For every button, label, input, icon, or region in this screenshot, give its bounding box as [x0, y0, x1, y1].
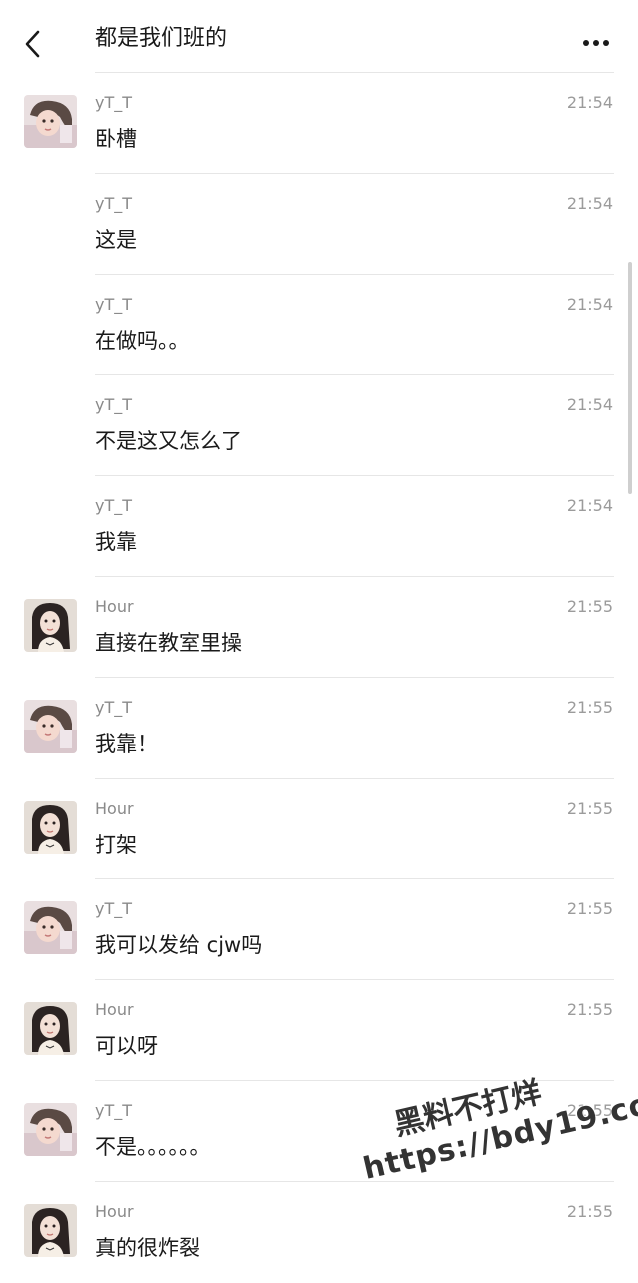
avatar-hour[interactable] — [24, 1203, 77, 1257]
message-item[interactable]: yT_T 21:54 我靠 — [0, 476, 638, 577]
message-item[interactable]: Hour 21:55 真的很炸裂 — [0, 1182, 638, 1283]
message-time: 21:54 — [566, 294, 613, 314]
message-text: 可以呀 — [95, 1034, 158, 1059]
message-sender: yT_T — [95, 496, 133, 516]
message-text: 直接在教室里操 — [95, 630, 242, 655]
message-list: yT_T 21:54 卧槽 yT_T 21:54 这是 yT_T 21:54 在… — [0, 73, 638, 1283]
message-item[interactable]: Hour 21:55 直接在教室里操 — [0, 577, 638, 678]
message-time: 21:54 — [566, 93, 613, 112]
message-text: 卧槽 — [95, 127, 137, 151]
message-text: 在做吗。。 — [95, 328, 190, 353]
message-text: 打架 — [95, 832, 137, 857]
message-sender: yT_T — [95, 294, 133, 314]
message-time: 21:55 — [566, 1201, 613, 1221]
chat-title: 都是我们班的 — [95, 26, 228, 51]
avatar-hour[interactable] — [24, 1002, 77, 1056]
message-sender: Hour — [95, 798, 134, 818]
message-sender: yT_T — [95, 395, 133, 415]
message-sender: yT_T — [95, 193, 133, 213]
message-text: 我可以发给 cjw吗 — [95, 933, 263, 958]
message-item[interactable]: Hour 21:55 打架 — [0, 779, 638, 880]
chevron-left-icon — [25, 30, 40, 58]
message-sender: yT_T — [95, 899, 133, 919]
message-sender: Hour — [95, 596, 134, 616]
message-sender: yT_T — [95, 697, 133, 717]
avatar-hour[interactable] — [24, 598, 77, 652]
message-time: 21:55 — [566, 697, 613, 717]
message-time: 21:54 — [566, 496, 613, 516]
chat-header: 都是我们班的 — [0, 0, 638, 73]
ellipsis-icon — [583, 40, 609, 46]
message-time: 21:55 — [566, 798, 613, 818]
avatar-yt[interactable] — [24, 699, 77, 753]
avatar-yt[interactable] — [24, 1102, 77, 1156]
message-text: 真的很炸裂 — [95, 1235, 200, 1260]
message-item[interactable]: yT_T 21:54 不是这又怎么了 — [0, 375, 638, 477]
message-item[interactable]: Hour 21:55 可以呀 — [0, 980, 638, 1081]
message-item[interactable]: yT_T 21:54 卧槽 — [0, 73, 638, 174]
message-sender: yT_T — [95, 93, 133, 112]
back-button[interactable] — [18, 24, 48, 64]
avatar-yt[interactable] — [24, 95, 77, 148]
message-text: 这是 — [95, 227, 137, 252]
message-item[interactable]: yT_T 21:55 我可以发给 cjw吗 — [0, 879, 638, 981]
message-time: 21:55 — [566, 1000, 613, 1020]
message-item[interactable]: yT_T 21:55 不是。。。。。。 — [0, 1081, 638, 1182]
more-button[interactable] — [580, 32, 612, 52]
avatar-hour[interactable] — [24, 800, 77, 854]
message-sender: yT_T — [95, 1100, 133, 1120]
avatar-yt[interactable] — [24, 901, 77, 955]
message-item[interactable]: yT_T 21:54 在做吗。。 — [0, 275, 638, 376]
message-time: 21:55 — [566, 1100, 613, 1120]
message-text: 我靠！ — [95, 731, 158, 756]
message-sender: Hour — [95, 1201, 134, 1221]
message-time: 21:54 — [566, 193, 613, 213]
message-text: 不是。。。。。。 — [95, 1134, 211, 1159]
message-text: 我靠 — [95, 530, 137, 555]
message-time: 21:55 — [566, 899, 613, 919]
message-text: 不是这又怎么了 — [95, 429, 242, 454]
message-item[interactable]: yT_T 21:54 这是 — [0, 174, 638, 275]
message-sender: Hour — [95, 1000, 134, 1020]
message-item[interactable]: yT_T 21:55 我靠！ — [0, 678, 638, 779]
message-time: 21:54 — [566, 395, 613, 415]
message-time: 21:55 — [566, 596, 613, 616]
